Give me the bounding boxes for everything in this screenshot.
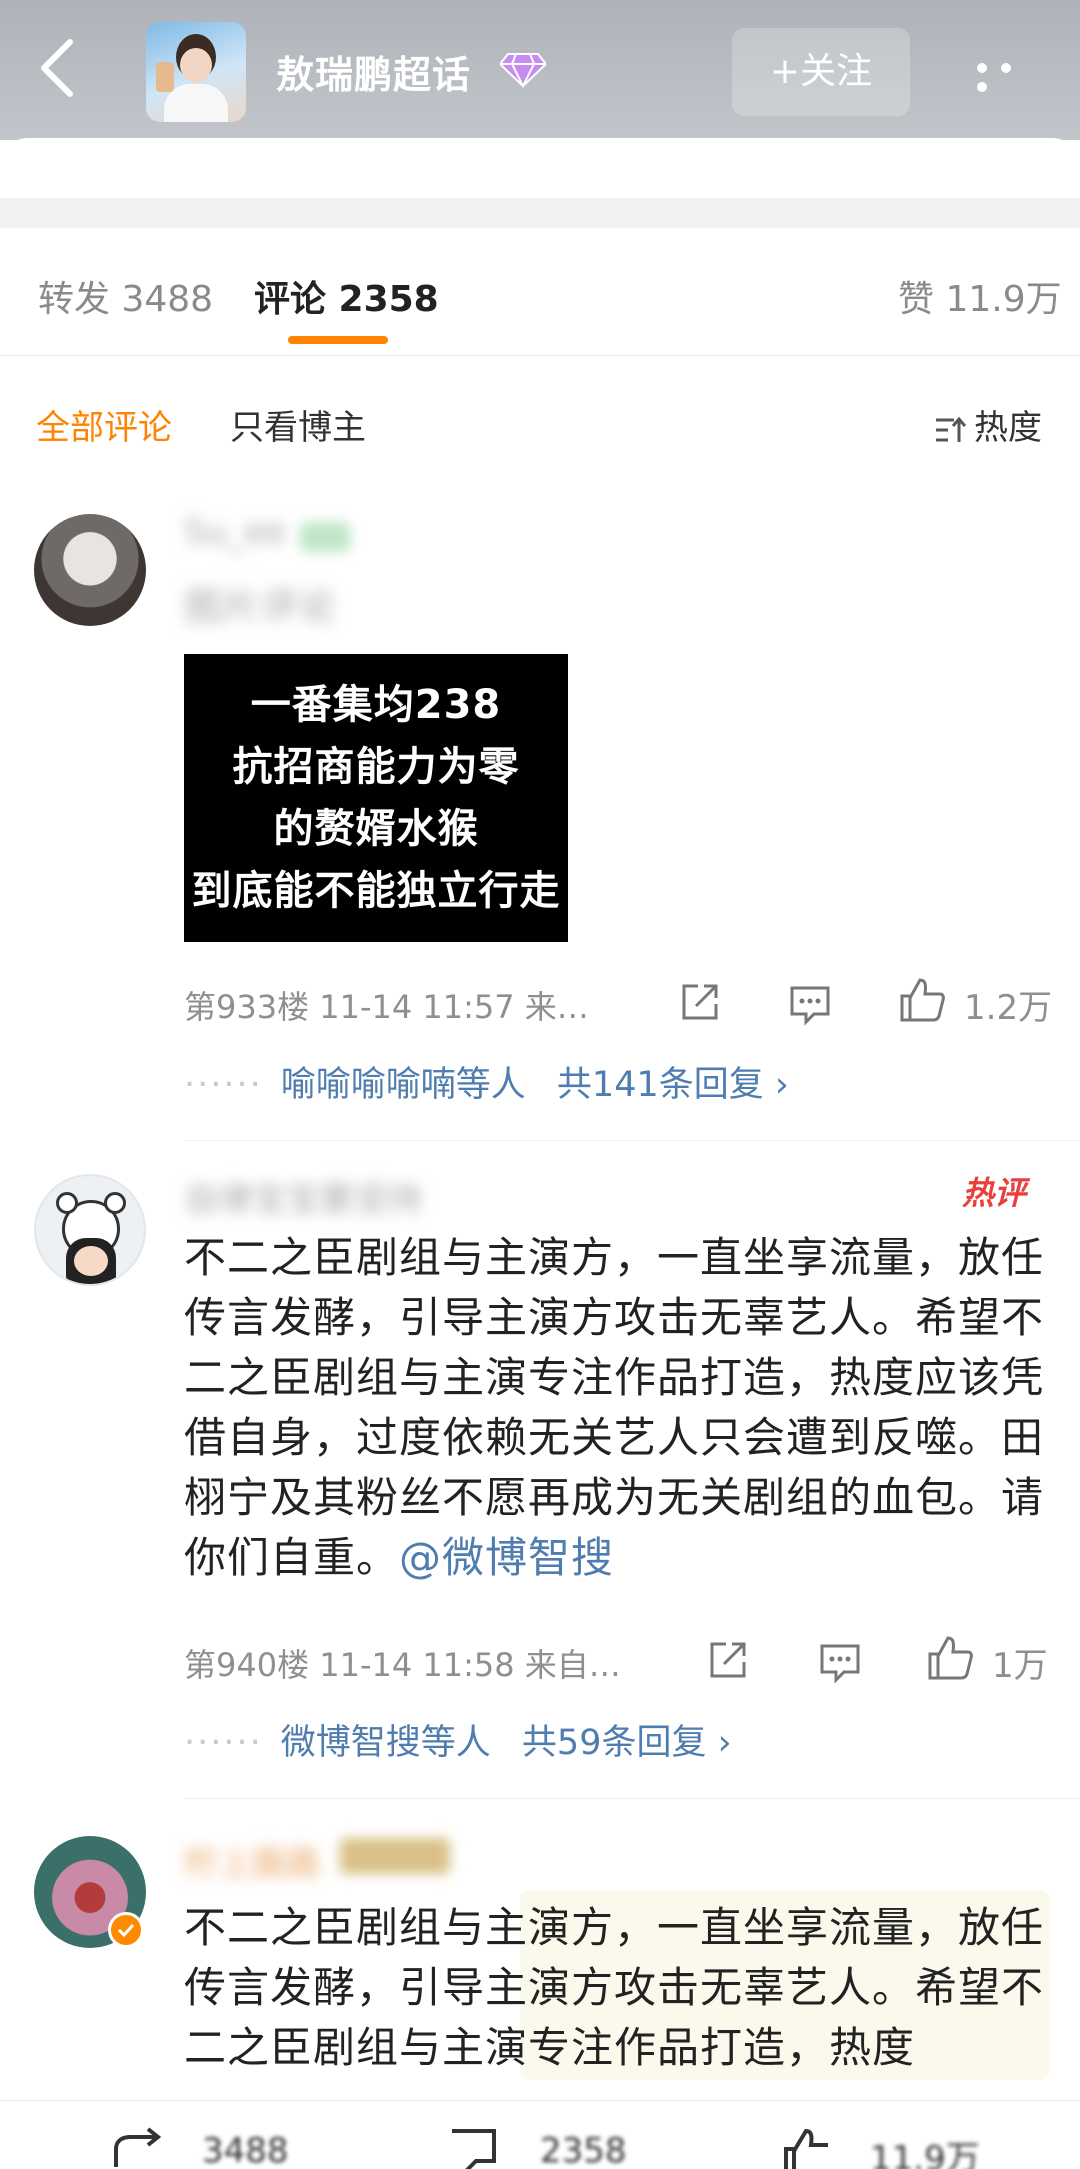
comment-icon[interactable] (788, 982, 832, 1026)
level-badge (300, 522, 350, 552)
comment-body: 不二之臣剧组与主演方，一直坐享流量，放任传言发酵，引导主演方攻击无辜艺人。希望不… (184, 1903, 1045, 2072)
repost-icon[interactable] (112, 2127, 166, 2169)
active-tab-indicator (288, 336, 388, 344)
comment-count: 2358 (540, 2131, 627, 2169)
commenter-nickname[interactable]: 自律宝宝要坚持 (184, 1172, 422, 1221)
image-text-line: 抗招商能力为零 (232, 744, 520, 790)
commenter-nickname[interactable]: Su_ee (184, 512, 286, 552)
comment-meta: 第933楼 11-14 11:57 来… (184, 988, 589, 1026)
like-count: 1万 (992, 1646, 1048, 1686)
comment-filter-bar: 全部评论 只看博主 热度 (0, 396, 1080, 456)
like-thumb-icon[interactable] (898, 976, 946, 1024)
follow-button[interactable]: +关注 (732, 28, 910, 116)
reply-users: 微博智搜等人 (280, 1723, 491, 1763)
bottom-action-bar: 3488 2358 11.9万 (0, 2100, 1080, 2169)
image-comment[interactable]: 一番集均238 抗招商能力为零 的赘婿水猴 到底能不能独立行走 (184, 654, 568, 942)
like-icon[interactable] (780, 2127, 836, 2169)
hot-comment-badge: 热评 (962, 1174, 1027, 1212)
tab-like[interactable]: 赞 11.9万 (898, 270, 1062, 322)
sort-by-hot[interactable]: 热度 (974, 400, 1042, 449)
reply-dots: ······ (184, 1723, 263, 1763)
reply-summary[interactable]: ······ 微博智搜等人 共59条回复 › (184, 1714, 732, 1765)
topic-avatar[interactable] (146, 22, 246, 122)
commenter-avatar[interactable] (34, 1174, 146, 1286)
back-arrow-icon[interactable] (36, 36, 80, 100)
commenter-avatar[interactable] (34, 514, 146, 626)
share-icon[interactable] (706, 1638, 750, 1682)
reply-users: 喻喻喻喻喃等人 (280, 1065, 526, 1105)
comment-type-label: 图片评论 (184, 585, 337, 629)
fan-badge (340, 1838, 450, 1874)
post-card-edge (0, 138, 1080, 198)
comment-divider (184, 1798, 1080, 1799)
diamond-gem-icon (500, 53, 546, 88)
topic-title[interactable]: 敖瑞鹏超话 (276, 44, 471, 99)
mention-link[interactable]: @微博智搜 (399, 1533, 614, 1582)
like-thumb-icon[interactable] (926, 1634, 974, 1682)
check-icon (117, 1923, 135, 1938)
topic-header: 敖瑞鹏超话 +关注 (0, 0, 1080, 140)
comment-text: 不二之臣剧组与主演方，一直坐享流量，放任传言发酵，引导主演方攻击无辜艺人。希望不… (184, 1233, 1045, 1582)
comment-meta: 第940楼 11-14 11:58 来自… (184, 1646, 621, 1684)
share-icon[interactable] (678, 980, 722, 1024)
filter-all-comments[interactable]: 全部评论 (36, 400, 172, 449)
reply-dots: ······ (184, 1065, 263, 1105)
comment-bubble-icon[interactable] (446, 2127, 500, 2169)
tab-comment[interactable]: 评论 2358 (254, 270, 439, 322)
filter-blogger-only[interactable]: 只看博主 (230, 400, 366, 449)
comment-body: 不二之臣剧组与主演方，一直坐享流量，放任传言发酵，引导主演方攻击无辜艺人。希望不… (184, 1228, 1050, 1598)
image-text-line: 到底能不能独立行走 (191, 868, 561, 914)
section-divider (0, 198, 1080, 228)
more-options-icon[interactable] (970, 58, 1040, 92)
tab-repost[interactable]: 转发 3488 (38, 270, 213, 322)
repost-count: 3488 (202, 2131, 289, 2169)
post-tabs: 转发 3488 评论 2358 赞 11.9万 (0, 228, 1080, 356)
image-text-line: 一番集均238 (250, 682, 502, 728)
reply-count: 共59条回复 › (521, 1723, 732, 1763)
comment-icon[interactable] (818, 1640, 862, 1684)
reply-count: 共141条回复 › (556, 1065, 789, 1105)
image-text-line: 的赘婿水猴 (273, 806, 479, 852)
sort-icon[interactable] (934, 414, 966, 446)
like-count-total: 11.9万 (870, 2139, 980, 2169)
verified-badge (108, 1912, 144, 1948)
comment-divider (184, 1140, 1080, 1141)
commenter-nickname[interactable]: 柠上路路 (184, 1836, 320, 1885)
reply-summary[interactable]: ······ 喻喻喻喻喃等人 共141条回复 › (184, 1056, 789, 1107)
like-count: 1.2万 (964, 988, 1053, 1028)
